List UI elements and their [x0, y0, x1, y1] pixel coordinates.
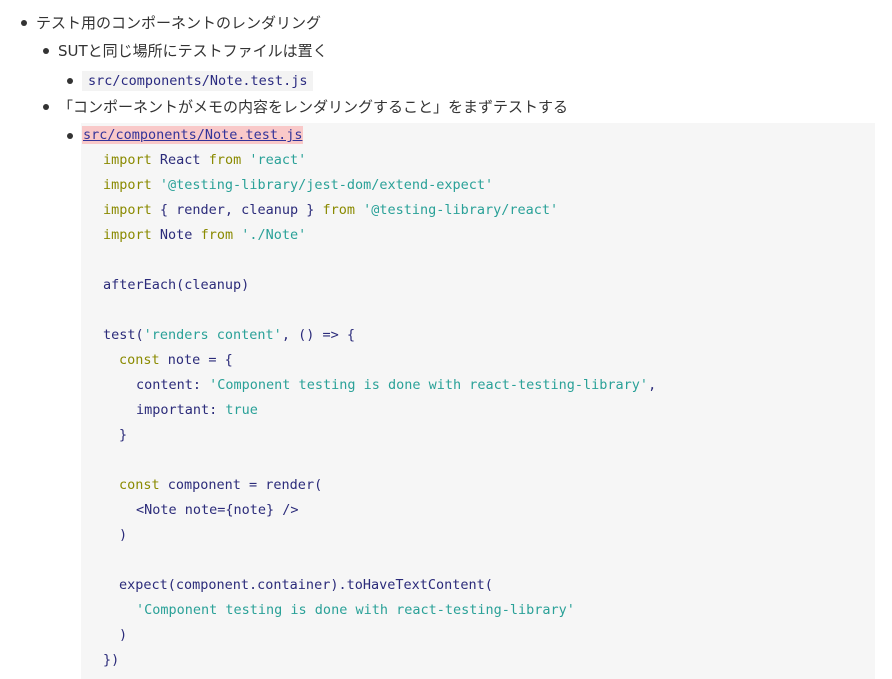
code-line-5: afterEach(cleanup): [103, 277, 250, 293]
code-line-12: <Note note={note} />: [136, 502, 299, 518]
outline-item-first-test: 「コンポーネントがメモの内容をレンダリングすること」をまずテストする: [58, 98, 569, 116]
bullet-level2: [43, 48, 49, 54]
code-line-6: test('renders content', () => {: [103, 327, 355, 343]
code-line-1: import React from 'react': [103, 152, 307, 168]
bullet-level3: [67, 133, 73, 139]
code-line-13: ): [119, 527, 128, 543]
code-line-4: import Note from './Note': [103, 227, 307, 243]
inline-code-test-path: src/components/Note.test.js: [82, 71, 314, 91]
bullet-level2: [43, 104, 49, 110]
code-line-11: const component = render(: [119, 477, 323, 493]
code-line-2: import '@testing-library/jest-dom/extend…: [103, 177, 494, 193]
outline-item-render-components: テスト用のコンポーネントのレンダリング: [36, 14, 322, 32]
code-line-3: import { render, cleanup } from '@testin…: [103, 202, 559, 218]
code-line-15: 'Component testing is done with react-te…: [136, 602, 575, 618]
code-line-8: content: 'Component testing is done with…: [136, 377, 657, 393]
code-filename: src/components/Note.test.js: [82, 126, 304, 144]
code-line-16: ): [119, 627, 128, 643]
code-line-9: important: true: [136, 402, 258, 418]
outline-item-colocate-tests: SUTと同じ場所にテストファイルは置く: [58, 42, 328, 60]
code-line-10: }: [119, 427, 128, 443]
bullet-level3: [67, 78, 73, 84]
code-line-14: expect(component.container).toHaveTextCo…: [119, 577, 493, 593]
bullet-level1: [21, 20, 27, 26]
code-line-7: const note = {: [119, 352, 233, 368]
code-line-17: }): [103, 652, 120, 668]
